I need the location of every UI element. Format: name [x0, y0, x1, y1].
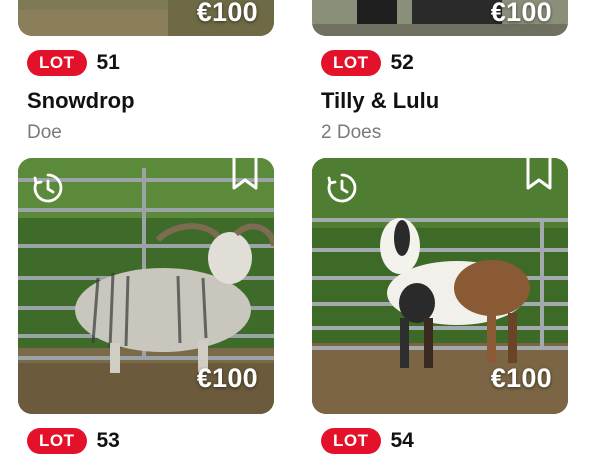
price-label: €100	[196, 363, 258, 393]
lot-badge: LOT	[27, 428, 87, 454]
timer-clock-icon	[33, 173, 63, 203]
lot-number: 52	[390, 51, 414, 74]
price-label: €100	[490, 363, 552, 393]
lot-card-53-image[interactable]: €100	[18, 158, 274, 414]
lot-header: LOT 51	[27, 50, 120, 76]
lot-badge: LOT	[321, 50, 381, 76]
lot-card-52-image[interactable]: €100	[312, 0, 568, 36]
lot-card-51-image[interactable]: €100	[18, 0, 274, 36]
price-label: €100	[196, 0, 258, 27]
lot-number: 54	[390, 429, 414, 452]
lot-subtitle: Doe	[27, 122, 62, 143]
timer-clock-icon	[327, 173, 357, 203]
lot-title[interactable]: Tilly & Lulu	[321, 88, 439, 114]
lot-number: 51	[96, 51, 120, 74]
price-label: €100	[490, 0, 552, 27]
lot-card-54-image[interactable]: €100	[312, 158, 568, 414]
lot-header: LOT 54	[321, 428, 414, 454]
bookmark-icon[interactable]	[230, 158, 260, 190]
lot-title[interactable]: Snowdrop	[27, 88, 135, 114]
lot-badge: LOT	[27, 50, 87, 76]
lot-number: 53	[96, 429, 120, 452]
lot-header: LOT 53	[27, 428, 120, 454]
lot-subtitle: 2 Does	[321, 122, 382, 143]
bookmark-icon[interactable]	[524, 158, 554, 190]
lot-header: LOT 52	[321, 50, 414, 76]
lot-badge: LOT	[321, 428, 381, 454]
